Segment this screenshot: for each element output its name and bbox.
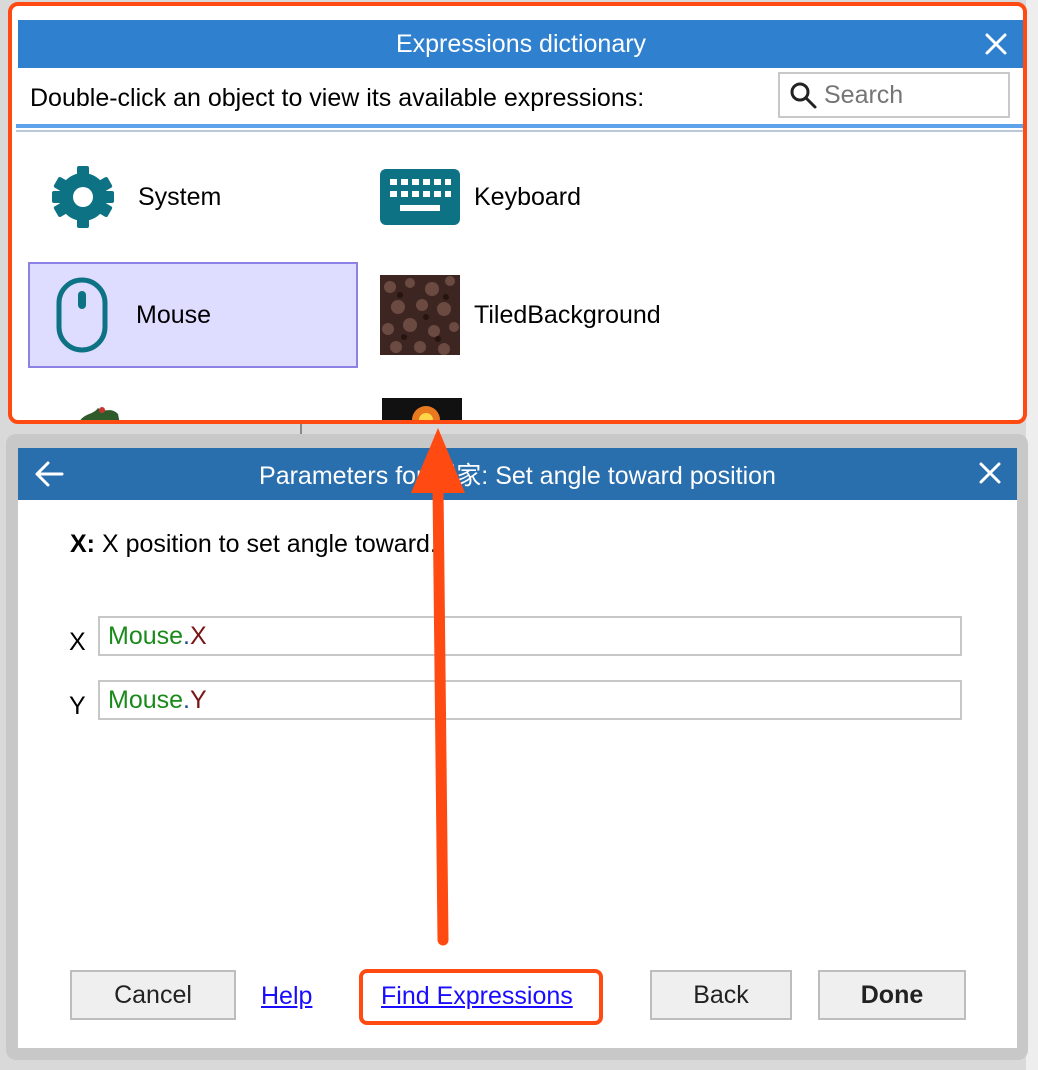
param-y-object-token: Mouse [108,686,184,714]
object-system-label: System [138,182,222,211]
param-y-dot-token: . [183,686,190,714]
find-expressions-highlight [359,969,603,1025]
dictionary-separator [16,124,1023,128]
help-link[interactable]: Help [261,982,312,1011]
parameter-description: X: X position to set angle toward. [70,530,437,559]
parameters-title: Parameters for 玩家: Set angle toward posi… [259,462,776,490]
param-x-object-token: Mouse [108,622,184,650]
object-system[interactable]: System [28,144,358,250]
param-x-dot-token: . [183,622,190,650]
parameter-description-text: X position to set angle toward. [95,530,437,558]
keyboard-icon [380,169,460,225]
cancel-button[interactable]: Cancel [70,970,236,1020]
param-x-input[interactable]: Mouse.X [98,616,962,656]
object-tiledbackground-label: TiledBackground [474,300,661,329]
param-y-property-token: Y [190,686,207,714]
done-button[interactable]: Done [818,970,966,1020]
explosion-thumbnail-partial [382,398,462,420]
parameters-dialog-body: Parameters for 玩家: Set angle toward posi… [18,448,1017,1048]
back-arrow-icon[interactable] [32,458,66,490]
parameters-dialog: Parameters for 玩家: Set angle toward posi… [6,434,1028,1060]
mouse-icon [56,277,108,353]
dictionary-titlebar: Expressions dictionary [18,20,1023,68]
parameter-description-key: X: [70,530,95,558]
dictionary-title: Expressions dictionary [395,29,647,58]
object-mouse[interactable]: Mouse [28,262,358,368]
gear-icon [52,166,114,228]
back-button[interactable]: Back [650,970,792,1020]
dictionary-separator-shadow [16,130,1023,132]
search-icon [790,82,817,109]
close-icon[interactable] [982,30,1010,58]
object-mouse-label: Mouse [136,300,212,329]
param-y-label: Y [69,692,86,720]
param-x-label: X [69,628,86,656]
sprite-thumbnail-partial [80,407,120,420]
search-input[interactable] [822,79,1006,111]
dictionary-instruction: Double-click an object to view its avail… [30,84,645,112]
param-x-property-token: X [190,622,207,650]
expressions-dictionary-dialog: Expressions dictionary Double-click an o… [8,2,1027,424]
parameters-titlebar: Parameters for 玩家: Set angle toward posi… [18,448,1017,500]
param-y-input[interactable]: Mouse.Y [98,680,962,720]
search-field[interactable] [778,72,1010,118]
object-keyboard[interactable]: Keyboard [380,144,710,250]
object-tiledbackground[interactable]: TiledBackground [380,262,710,368]
object-keyboard-label: Keyboard [474,182,582,211]
close-icon[interactable] [975,458,1005,488]
tiled-background-thumbnail [380,275,460,355]
